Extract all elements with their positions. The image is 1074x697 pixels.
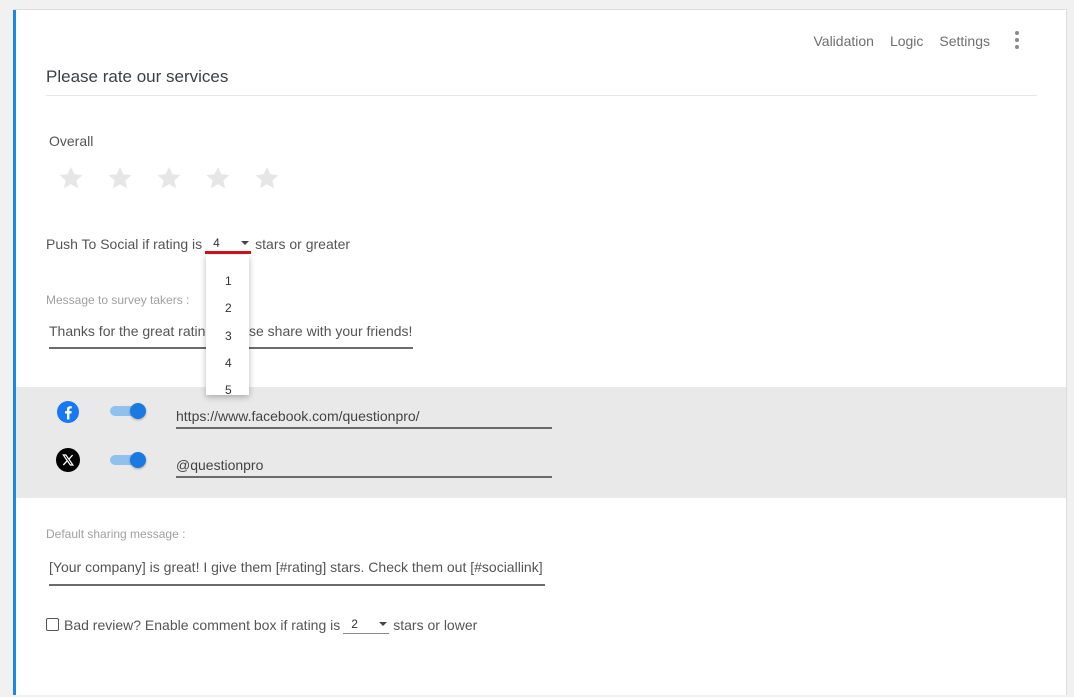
star-icon[interactable] <box>106 164 134 192</box>
bad-review-checkbox[interactable] <box>46 618 59 631</box>
bad-review-prefix-text: Bad review? Enable comment box if rating… <box>64 616 341 633</box>
push-rating-value: 4 <box>213 236 220 250</box>
validation-link[interactable]: Validation <box>813 33 873 49</box>
question-title[interactable]: Please rate our services <box>46 67 228 87</box>
facebook-toggle[interactable] <box>110 403 146 419</box>
settings-link[interactable]: Settings <box>939 33 990 49</box>
bad-review-row: Bad review? Enable comment box if rating… <box>46 615 477 634</box>
facebook-url-input[interactable]: https://www.facebook.com/questionpro/ <box>176 403 552 429</box>
dropdown-option[interactable]: 2 <box>225 301 232 315</box>
bad-review-suffix-text: stars or lower <box>393 616 478 633</box>
dropdown-option[interactable]: 3 <box>225 329 232 343</box>
star-rating <box>57 164 281 192</box>
push-rating-dropdown: 1 2 3 4 5 <box>206 255 249 397</box>
title-divider <box>46 95 1037 96</box>
default-message-label: Default sharing message : <box>46 527 186 541</box>
star-icon[interactable] <box>57 164 85 192</box>
default-message-input[interactable]: [Your company] is great! I give them [#r… <box>49 556 545 586</box>
dropdown-option[interactable]: 5 <box>225 383 232 397</box>
logic-link[interactable]: Logic <box>890 33 923 49</box>
twitter-handle-input[interactable]: @questionpro <box>176 452 552 478</box>
push-rating-select[interactable]: 4 <box>205 234 252 254</box>
bad-review-rating-value: 2 <box>351 617 358 631</box>
social-accounts-panel: https://www.facebook.com/questionpro/ @q… <box>16 387 1066 498</box>
star-icon[interactable] <box>204 164 232 192</box>
star-icon[interactable] <box>155 164 183 192</box>
x-twitter-icon <box>56 448 80 472</box>
chevron-down-icon <box>241 241 250 245</box>
message-label: Message to survey takers : <box>46 293 190 307</box>
chevron-down-icon <box>379 622 388 626</box>
facebook-icon <box>56 400 80 424</box>
star-icon[interactable] <box>253 164 281 192</box>
more-options-icon[interactable] <box>1014 31 1020 49</box>
accent-bar <box>13 10 16 695</box>
twitter-toggle[interactable] <box>110 452 146 468</box>
bad-review-rating-select[interactable]: 2 <box>343 615 390 634</box>
push-prefix-text: Push To Social if rating is <box>46 236 203 252</box>
push-suffix-text: stars or greater <box>255 236 351 252</box>
question-toolbar: Validation Logic Settings <box>813 33 990 49</box>
dropdown-option[interactable]: 1 <box>225 274 232 288</box>
dropdown-option[interactable]: 4 <box>225 356 232 370</box>
question-card: Validation Logic Settings Please rate ou… <box>13 9 1067 695</box>
rating-label: Overall <box>49 133 94 149</box>
push-to-social-row: Push To Social if rating is 4 stars or g… <box>46 234 350 254</box>
